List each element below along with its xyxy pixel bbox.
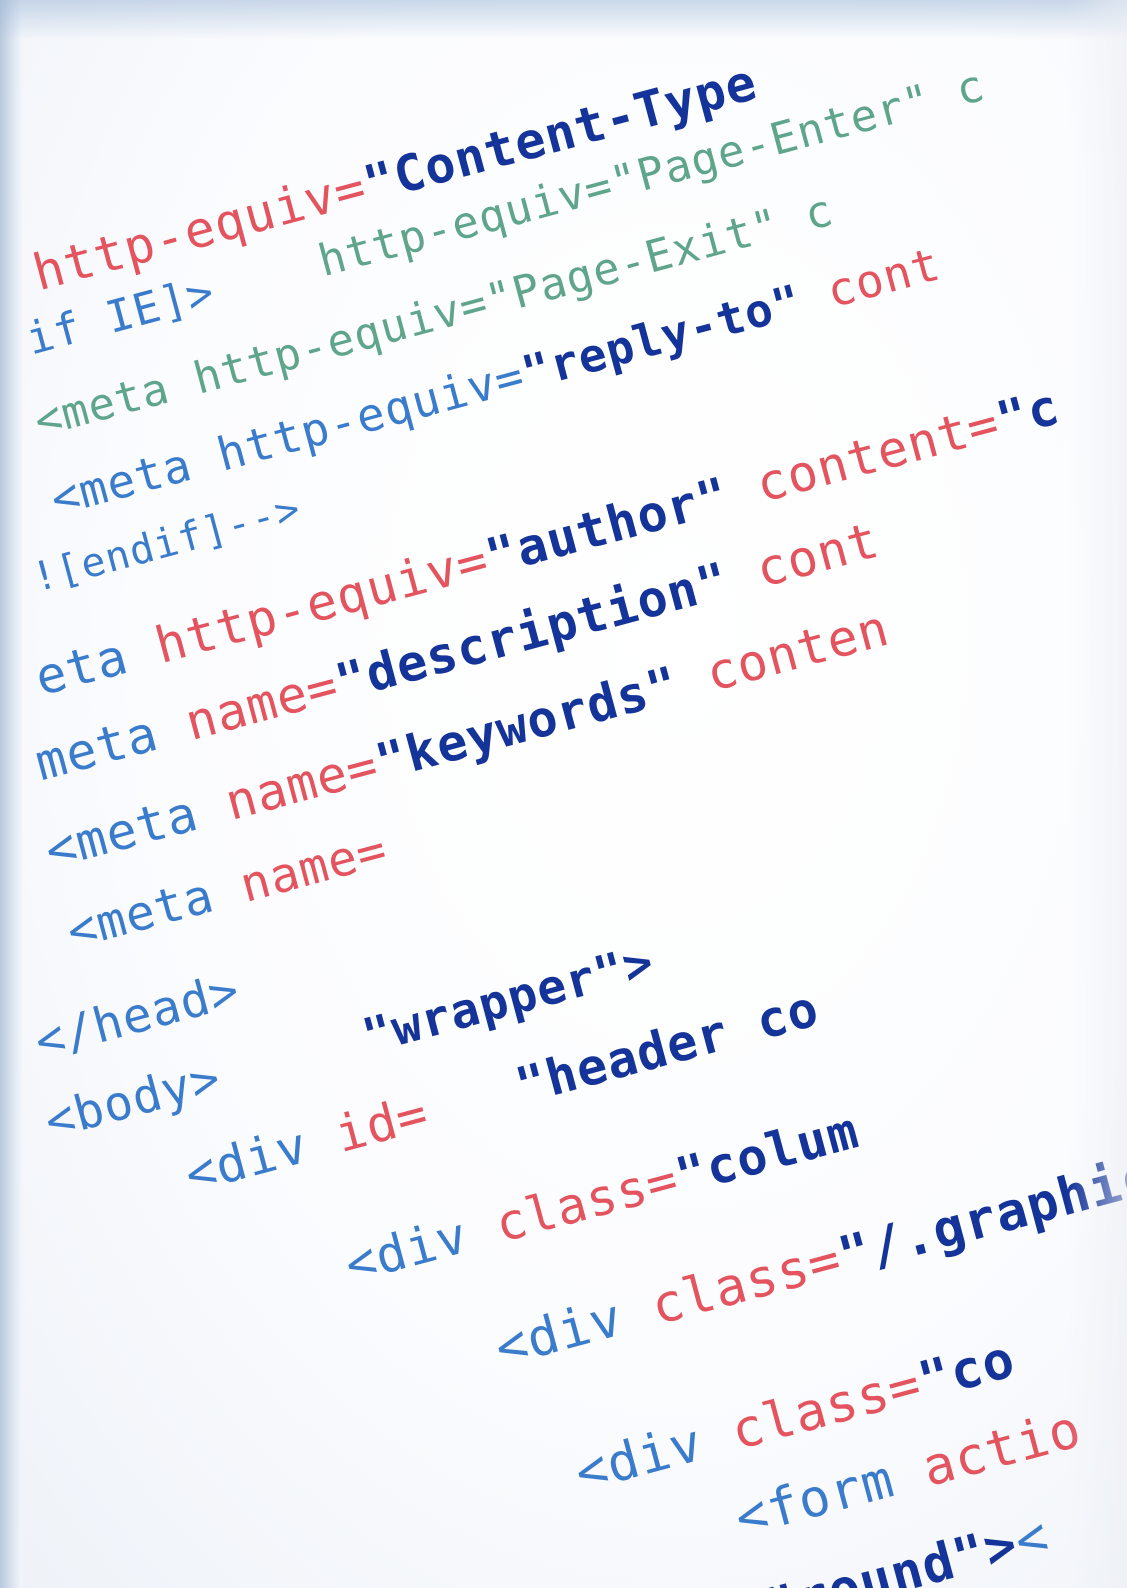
code-token: <div — [178, 1107, 345, 1205]
code-token: <div — [568, 1404, 741, 1505]
code-token: actio — [916, 1399, 1088, 1499]
code-token: eta — [28, 618, 165, 708]
code-token: <div — [488, 1279, 661, 1380]
code-token: meta — [28, 695, 195, 793]
code-token: <meta — [38, 775, 235, 881]
code-token: name= — [234, 821, 394, 914]
code-token: name= — [179, 655, 345, 752]
code-token: class= — [645, 1229, 848, 1338]
code-token: "colum — [669, 1101, 865, 1206]
code-token: cont — [719, 510, 886, 608]
code-photo: http-equiv="Content-Type if IE]> http-equ… — [0, 0, 1127, 1588]
code-token: id= — [329, 1083, 435, 1164]
code-token: "co — [912, 1329, 1022, 1413]
code-token: <body> — [38, 1049, 227, 1151]
code-token: <meta — [60, 859, 249, 961]
code-token: cont — [793, 236, 946, 326]
code-token: conten — [669, 598, 896, 712]
code-token: class= — [489, 1149, 685, 1254]
code-token: content= — [719, 393, 1006, 523]
code-listing: http-equiv="Content-Type if IE]> http-equ… — [0, 0, 1127, 1588]
code-token: "c — [990, 377, 1066, 450]
code-token: <div — [338, 1197, 505, 1295]
right-shadow — [1067, 0, 1127, 1588]
code-token: name= — [219, 735, 385, 832]
